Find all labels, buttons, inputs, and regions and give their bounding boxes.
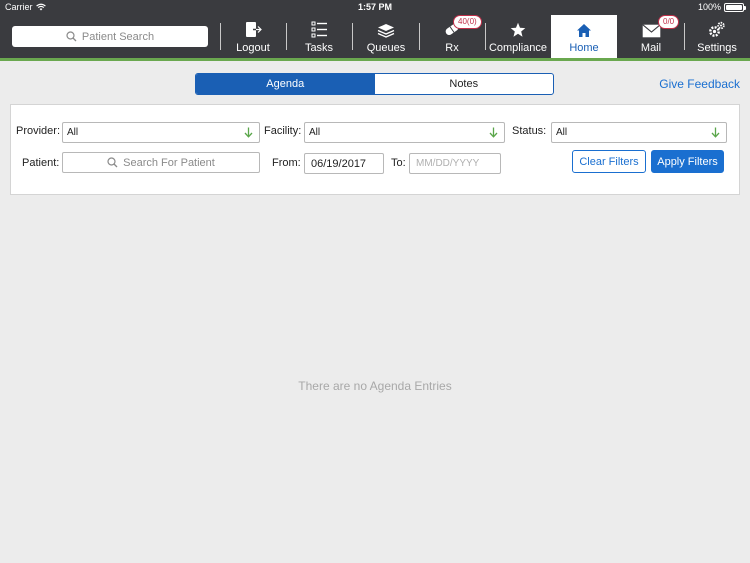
tab-agenda[interactable]: Agenda	[196, 74, 375, 94]
nav-logout-label: Logout	[236, 42, 270, 54]
facility-value: All	[309, 127, 321, 138]
nav-compliance[interactable]: Compliance	[488, 15, 548, 58]
mail-count-badge: 0/0	[658, 15, 680, 29]
star-icon	[510, 22, 526, 37]
patient-filter-placeholder: Search For Patient	[123, 156, 215, 169]
nav-logout[interactable]: Logout	[228, 15, 278, 58]
battery-icon	[724, 2, 746, 12]
provider-label: Provider:	[16, 125, 61, 137]
provider-value: All	[67, 127, 79, 138]
nav-queues-label: Queues	[366, 42, 406, 54]
patient-search-input[interactable]: Patient Search	[12, 26, 208, 47]
gear-icon	[709, 21, 725, 37]
nav-mail-label: Mail	[640, 42, 662, 54]
give-feedback-link[interactable]: Give Feedback	[659, 77, 740, 91]
status-select[interactable]: All	[551, 122, 727, 143]
battery-info: 100%	[697, 2, 746, 12]
nav-home[interactable]: Home	[551, 15, 617, 58]
nav-tasks[interactable]: Tasks	[294, 15, 344, 58]
nav-settings-label: Settings	[697, 42, 737, 54]
clock: 1:57 PM	[357, 2, 392, 12]
nav-mail[interactable]: Mail 0/0	[624, 15, 680, 58]
filter-panel: Provider: All Facility: All Status: All …	[10, 104, 740, 195]
view-toggle: Agenda Notes	[195, 73, 554, 95]
provider-select[interactable]: All	[62, 122, 260, 143]
logout-icon	[246, 22, 262, 37]
nav-divider	[220, 23, 221, 50]
arrow-down-icon	[244, 127, 253, 138]
empty-state-message: There are no Agenda Entries	[298, 379, 452, 393]
nav-home-label: Home	[569, 42, 599, 54]
status-value: All	[556, 127, 568, 138]
nav-compliance-label: Compliance	[488, 42, 548, 54]
to-label: To:	[391, 157, 406, 169]
nav-tasks-label: Tasks	[304, 42, 334, 54]
nav-divider	[485, 23, 486, 50]
top-nav-bar: Patient Search Logout Tasks Queues Rx 40…	[0, 15, 750, 58]
queues-icon	[377, 24, 395, 38]
nav-rx-label: Rx	[445, 42, 459, 54]
to-date-input[interactable]: MM/DD/YYYY	[409, 153, 501, 174]
status-label: Status:	[512, 125, 547, 137]
clear-filters-button[interactable]: Clear Filters	[572, 150, 646, 173]
from-date-input[interactable]: 06/19/2017	[304, 153, 384, 174]
tab-notes[interactable]: Notes	[375, 74, 554, 94]
patient-filter-input[interactable]: Search For Patient	[62, 152, 260, 173]
rx-count-badge: 40(0)	[453, 15, 482, 29]
status-bar: Carrier 1:57 PM 100%	[0, 0, 750, 15]
patient-label: Patient:	[22, 157, 60, 169]
battery-percent: 100%	[697, 2, 721, 12]
patient-search-placeholder: Patient Search	[81, 30, 155, 43]
apply-filters-button[interactable]: Apply Filters	[651, 150, 724, 173]
tasks-icon	[311, 21, 327, 38]
nav-settings[interactable]: Settings	[690, 15, 744, 58]
nav-accent-bar	[0, 58, 750, 61]
arrow-down-icon	[489, 127, 498, 138]
home-icon	[577, 24, 591, 37]
search-icon	[107, 157, 118, 168]
facility-label: Facility:	[264, 125, 302, 137]
nav-divider	[286, 23, 287, 50]
facility-select[interactable]: All	[304, 122, 505, 143]
from-label: From:	[272, 157, 301, 169]
search-icon	[66, 31, 77, 42]
mail-icon	[641, 24, 661, 38]
nav-divider	[684, 23, 685, 50]
nav-rx[interactable]: Rx 40(0)	[427, 15, 482, 58]
nav-divider	[419, 23, 420, 50]
nav-queues[interactable]: Queues	[360, 15, 412, 58]
nav-divider	[352, 23, 353, 50]
arrow-down-icon	[711, 127, 720, 138]
